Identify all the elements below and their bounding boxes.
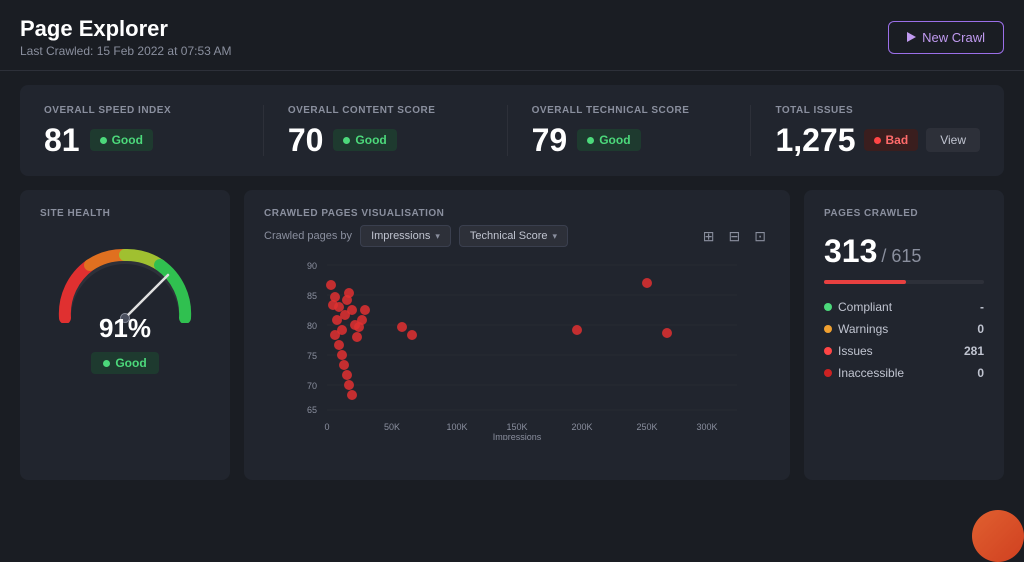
chart-icon-group: ⊞ ⊟ ⊡ [699, 226, 770, 247]
gauge-container: 91% Good [40, 233, 210, 374]
new-crawl-button[interactable]: New Crawl [888, 21, 1004, 54]
progress-fill [824, 280, 906, 284]
view-issues-button[interactable]: View [926, 128, 980, 152]
metrics-section: OVERALL SPEED INDEX 81 Good OVERALL CONT… [0, 71, 1024, 190]
pages-total: / 615 [881, 246, 921, 267]
metric-technical-value-row: 79 Good [532, 124, 727, 156]
metric-speed-value-row: 81 Good [44, 124, 239, 156]
svg-text:100K: 100K [446, 422, 467, 432]
chart-controls: Crawled pages by Impressions ▾ Technical… [264, 225, 770, 247]
metric-speed-badge: Good [90, 129, 153, 151]
stat-issues-label: Issues [824, 344, 873, 358]
metric-technical-score: OVERALL TECHNICAL SCORE 79 Good [532, 105, 752, 156]
impressions-dropdown[interactable]: Impressions ▾ [360, 225, 451, 247]
metric-issues-number: 1,275 [775, 124, 855, 156]
site-health-badge: Good [91, 352, 158, 374]
compliant-dot [824, 303, 832, 311]
stat-compliant-val: - [980, 300, 984, 314]
good-dot-3 [587, 137, 594, 144]
inaccessible-dot [824, 369, 832, 377]
site-health-label: SITE HEALTH [40, 208, 210, 219]
metric-content-score: OVERALL CONTENT SCORE 70 Good [288, 105, 508, 156]
chart-controls-label: Crawled pages by [264, 230, 352, 242]
metric-content-label: OVERALL CONTENT SCORE [288, 105, 483, 116]
header: Page Explorer Last Crawled: 15 Feb 2022 … [0, 0, 1024, 71]
chart-header: CRAWLED PAGES VISUALISATION [264, 208, 770, 219]
good-dot [100, 137, 107, 144]
progress-bar [824, 280, 984, 284]
metric-content-badge: Good [333, 129, 396, 151]
stat-inaccessible-val: 0 [977, 366, 984, 380]
technical-score-dropdown[interactable]: Technical Score ▾ [459, 225, 568, 247]
bad-dot [874, 137, 881, 144]
pages-crawled-label: PAGES CRAWLED [824, 208, 984, 219]
svg-text:85: 85 [307, 291, 317, 301]
stat-warnings-label: Warnings [824, 322, 888, 336]
stat-compliant: Compliant - [824, 300, 984, 314]
chart-icon-grid[interactable]: ⊟ [725, 226, 745, 247]
chevron-down-icon-2: ▾ [553, 231, 558, 242]
stat-compliant-label: Compliant [824, 300, 892, 314]
svg-text:75: 75 [307, 351, 317, 361]
chart-icon-scatter[interactable]: ⊞ [699, 226, 719, 247]
metric-speed-label: OVERALL SPEED INDEX [44, 105, 239, 116]
svg-text:90: 90 [307, 261, 317, 271]
metric-speed-index: OVERALL SPEED INDEX 81 Good [44, 105, 264, 156]
svg-text:250K: 250K [636, 422, 657, 432]
svg-text:65: 65 [307, 405, 317, 415]
svg-text:200K: 200K [571, 422, 592, 432]
stat-warnings: Warnings 0 [824, 322, 984, 336]
svg-text:150K: 150K [506, 422, 527, 432]
pages-number-row: 313 / 615 [824, 233, 984, 270]
bottom-section: SITE HEALTH 91% [0, 190, 1024, 480]
chart-icon-download[interactable]: ⊡ [750, 226, 770, 247]
chart-card: CRAWLED PAGES VISUALISATION Crawled page… [244, 190, 790, 480]
chevron-down-icon: ▾ [435, 231, 440, 242]
pages-current: 313 [824, 233, 877, 270]
gauge-percent: 91% [99, 313, 151, 344]
warnings-dot [824, 325, 832, 333]
svg-text:80: 80 [307, 321, 317, 331]
svg-text:Impressions: Impressions [493, 432, 542, 440]
svg-text:70: 70 [307, 381, 317, 391]
metric-total-issues: TOTAL ISSUES 1,275 Bad View [775, 105, 980, 156]
scatter-area: 90 85 80 75 70 65 0 50K 100K 150K 200K 2… [264, 255, 770, 440]
site-health-card: SITE HEALTH 91% [20, 190, 230, 480]
metric-issues-badge: Bad [864, 129, 919, 151]
stat-inaccessible-label: Inaccessible [824, 366, 904, 380]
metrics-row: OVERALL SPEED INDEX 81 Good OVERALL CONT… [20, 85, 1004, 176]
avatar[interactable] [972, 510, 1024, 562]
metric-technical-number: 79 [532, 124, 568, 156]
site-health-dot [103, 360, 110, 367]
header-left: Page Explorer Last Crawled: 15 Feb 2022 … [20, 16, 231, 58]
stat-inaccessible: Inaccessible 0 [824, 366, 984, 380]
svg-text:300K: 300K [696, 422, 717, 432]
gauge-chart [50, 233, 200, 323]
page-title: Page Explorer [20, 16, 231, 42]
metric-content-value-row: 70 Good [288, 124, 483, 156]
stat-issues: Issues 281 [824, 344, 984, 358]
scatter-chart-svg: 90 85 80 75 70 65 0 50K 100K 150K 200K 2… [264, 255, 770, 440]
good-dot-2 [343, 137, 350, 144]
svg-text:0: 0 [324, 422, 329, 432]
metric-issues-value-row: 1,275 Bad View [775, 124, 980, 156]
metric-technical-label: OVERALL TECHNICAL SCORE [532, 105, 727, 116]
issues-dot [824, 347, 832, 355]
play-icon [907, 32, 916, 42]
pages-crawled-card: PAGES CRAWLED 313 / 615 Compliant - Warn… [804, 190, 1004, 480]
stat-warnings-val: 0 [977, 322, 984, 336]
metric-issues-label: TOTAL ISSUES [775, 105, 980, 116]
chart-title: CRAWLED PAGES VISUALISATION [264, 208, 444, 219]
stat-issues-val: 281 [964, 344, 984, 358]
metric-speed-number: 81 [44, 124, 80, 156]
last-crawled-subtitle: Last Crawled: 15 Feb 2022 at 07:53 AM [20, 44, 231, 58]
metric-technical-badge: Good [577, 129, 640, 151]
svg-text:50K: 50K [384, 422, 400, 432]
metric-content-number: 70 [288, 124, 324, 156]
